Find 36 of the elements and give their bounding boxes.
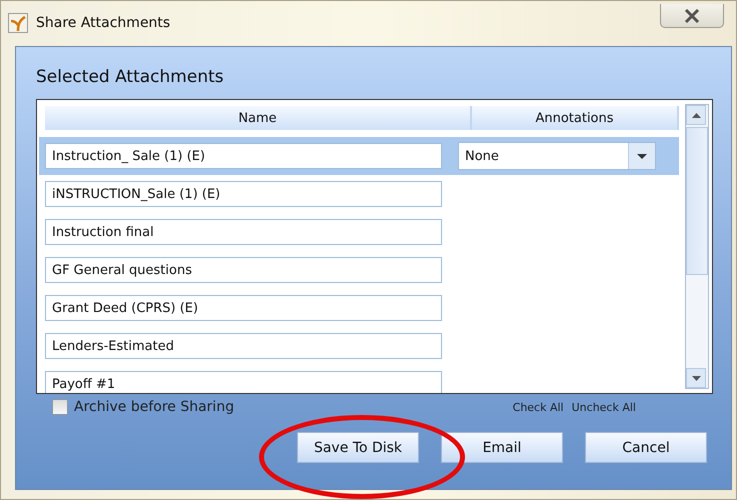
scroll-up-button[interactable] [686, 105, 706, 125]
column-header[interactable]: Name [45, 106, 472, 130]
name-field[interactable]: GF General questions [45, 257, 442, 283]
scroll-down-button[interactable] [686, 368, 706, 388]
list-row[interactable]: Grant Deed (CPRS) (E) [39, 289, 679, 327]
section-heading: Selected Attachments [36, 67, 225, 87]
checkbox-label: Archive before Sharing [74, 399, 234, 415]
cancel-button[interactable]: Cancel [585, 432, 707, 463]
link[interactable]: Uncheck All [572, 400, 636, 414]
close-button[interactable] [660, 4, 724, 28]
email-button[interactable]: Email [441, 432, 563, 463]
dropdown-caret-icon [637, 154, 647, 158]
name-field[interactable]: Instruction final [45, 219, 442, 245]
save-button[interactable]: Save To Disk [297, 432, 419, 463]
window-title: Share Attachments [36, 15, 170, 31]
list-row[interactable]: Payoff #1 [39, 365, 679, 393]
list-row[interactable]: Lenders-Estimated [39, 327, 679, 365]
scrollbar[interactable] [685, 104, 709, 389]
scroll-thumb[interactable] [686, 127, 708, 275]
app-icon [8, 13, 28, 33]
up-arrow-icon [692, 112, 700, 118]
list-row[interactable]: iNSTRUCTION_Sale (1) (E) [39, 175, 679, 213]
down-arrow-icon [692, 376, 700, 380]
name-field[interactable]: Lenders-Estimated [45, 333, 442, 359]
name-field[interactable]: Payoff #1 [45, 371, 442, 393]
name-field[interactable]: iNSTRUCTION_Sale (1) (E) [45, 181, 442, 207]
annotation-dropdown[interactable]: None [458, 142, 656, 170]
list-row[interactable]: GF General questions [39, 251, 679, 289]
list-row[interactable]: Instruction final [39, 213, 679, 251]
column-header[interactable]: Annotations [472, 106, 679, 130]
list-row[interactable]: Instruction_ Sale (1) (E) None [39, 137, 679, 175]
name-field[interactable]: Grant Deed (CPRS) (E) [45, 295, 442, 321]
close-icon [683, 8, 701, 22]
name-field[interactable]: Instruction_ Sale (1) (E) [45, 143, 442, 169]
checkbox[interactable] [52, 399, 68, 415]
link[interactable]: Check All [512, 400, 564, 414]
